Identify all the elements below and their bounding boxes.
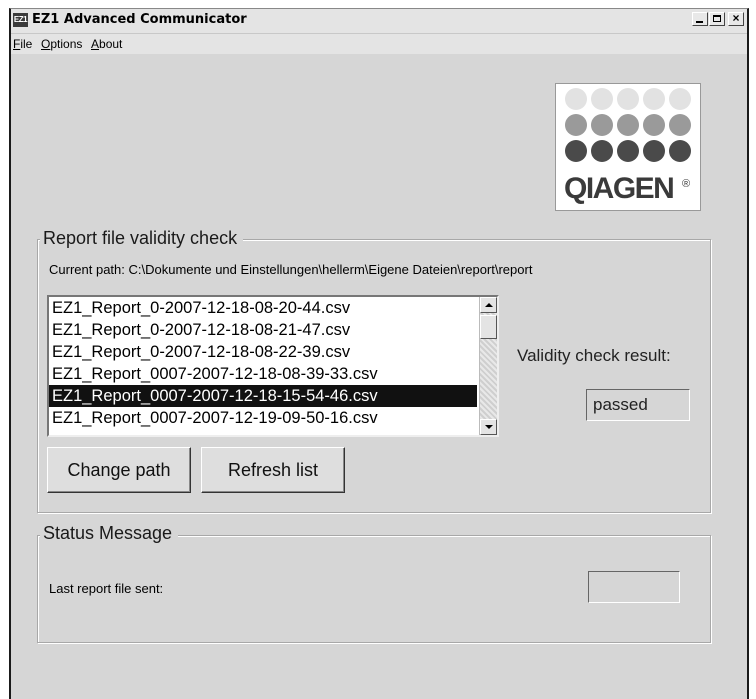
window-title: EZ1 Advanced Communicator	[32, 12, 247, 27]
validity-result-field: passed	[586, 389, 690, 421]
menu-options-mnemonic: O	[41, 37, 51, 51]
qiagen-logo: QIAGEN ®	[555, 83, 701, 211]
title-bar[interactable]: EZ1 EZ1 Advanced Communicator ×	[11, 9, 747, 34]
app-icon: EZ1	[13, 13, 28, 27]
change-path-button[interactable]: Change path	[47, 447, 191, 493]
logo-text: QIAGEN	[564, 172, 675, 205]
validity-result-label: Validity check result:	[517, 346, 671, 365]
menu-file[interactable]: File	[13, 37, 32, 51]
close-icon: ×	[732, 11, 740, 25]
logo-registered-mark: ®	[682, 178, 691, 190]
list-item[interactable]: EZ1_Report_0-2007-12-18-08-20-44.csv	[49, 297, 477, 319]
list-item[interactable]: EZ1_Report_0-2007-12-18-08-22-39.csv	[49, 341, 477, 363]
menu-options[interactable]: Options	[41, 37, 82, 51]
menu-options-rest: ptions	[50, 37, 83, 51]
minimize-button[interactable]	[692, 12, 708, 26]
status-message-legend: Status Message	[40, 523, 179, 544]
scroll-thumb[interactable]	[480, 315, 497, 339]
menu-about[interactable]: About	[91, 37, 122, 51]
close-button[interactable]: ×	[728, 11, 744, 26]
scroll-up-button[interactable]	[480, 297, 497, 313]
maximize-button[interactable]	[709, 12, 725, 26]
arrow-down-icon	[485, 425, 493, 429]
validity-check-legend: Report file validity check	[40, 228, 244, 249]
minimize-icon	[696, 21, 703, 23]
logo-dots-icon	[565, 88, 691, 162]
last-report-sent-field	[588, 571, 680, 603]
list-scrollbar[interactable]	[479, 297, 497, 435]
current-path-label: Current path: C:\Dokumente und Einstellu…	[49, 262, 533, 277]
menu-about-mnemonic: A	[91, 37, 100, 51]
menu-bar: File Options About	[11, 34, 747, 54]
list-item[interactable]: EZ1_Report_0007-2007-12-18-15-54-46.csv	[49, 385, 477, 407]
list-item[interactable]: EZ1_Report_0007-2007-12-18-08-39-33.csv	[49, 363, 477, 385]
report-file-list[interactable]: EZ1_Report_0-2007-12-18-08-20-44.csv EZ1_…	[47, 295, 499, 437]
menu-file-rest: ile	[20, 37, 33, 51]
scroll-down-button[interactable]	[480, 419, 497, 435]
arrow-up-icon	[485, 303, 493, 307]
app-window: EZ1 EZ1 Advanced Communicator × File Opt…	[9, 8, 749, 699]
menu-about-rest: bout	[99, 37, 123, 51]
list-item[interactable]: EZ1_Report_0-2007-12-18-08-21-47.csv	[49, 319, 477, 341]
report-file-rows: EZ1_Report_0-2007-12-18-08-20-44.csv EZ1_…	[49, 297, 497, 429]
maximize-icon	[713, 15, 721, 22]
last-report-sent-label: Last report file sent:	[49, 581, 164, 596]
window-controls: ×	[691, 11, 744, 26]
list-item[interactable]: EZ1_Report_0007-2007-12-19-09-50-16.csv	[49, 407, 477, 429]
refresh-list-button[interactable]: Refresh list	[201, 447, 345, 493]
